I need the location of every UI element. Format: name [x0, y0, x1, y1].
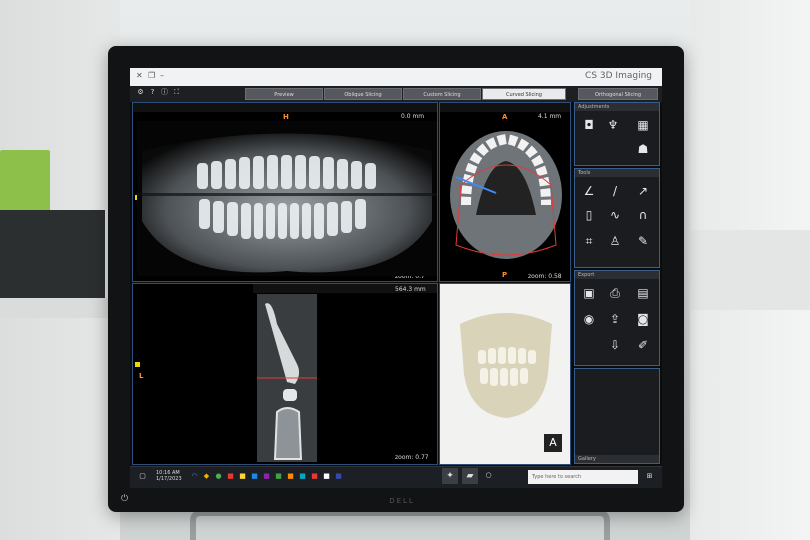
clock-date: 1/17/2023: [156, 476, 182, 482]
zoom-readout: zoom: 0.77: [395, 454, 429, 461]
mouse-icon[interactable]: ◘: [581, 117, 597, 133]
app-purple-icon[interactable]: ■: [262, 472, 271, 481]
export-icon[interactable]: ⇩: [607, 337, 623, 353]
monitor-stand: [190, 510, 610, 540]
tab-custom-slicing[interactable]: Custom Slicing: [403, 88, 481, 100]
app-title: CS 3D Imaging: [585, 71, 652, 81]
file-explorer-icon[interactable]: ▰: [462, 468, 478, 484]
disc-icon[interactable]: ◉: [581, 311, 597, 327]
slice-readout: 4.1 mm: [538, 113, 562, 120]
tab-preview[interactable]: Preview: [245, 88, 323, 100]
crop-icon[interactable]: ⌗: [581, 233, 597, 249]
panel-title: Tools: [575, 169, 659, 177]
tab-orthogonal-slicing[interactable]: Orthogonal Slicing: [578, 88, 658, 100]
app-cyan-icon[interactable]: ■: [298, 472, 307, 481]
orientation-label-anterior: A: [502, 113, 508, 121]
notification-icon[interactable]: ▢: [138, 472, 147, 481]
cross-section-viewport[interactable]: 564.3 mm L zoom: 0.77: [132, 283, 438, 465]
volume-viewport[interactable]: A: [439, 283, 571, 465]
volume-icon[interactable]: ◆: [202, 472, 211, 481]
info-icon[interactable]: ⓘ: [160, 88, 169, 97]
share-icon[interactable]: ⇪: [607, 311, 623, 327]
app-indigo-icon[interactable]: ■: [334, 472, 343, 481]
tooth-marker-icon[interactable]: ♙: [607, 233, 623, 249]
axial-viewport[interactable]: 4.1 mm A P zoom: 0.58: [439, 102, 571, 282]
window-icon[interactable]: ❐: [148, 71, 155, 80]
taskbar-clock: 10:16 AM 1/17/2023: [156, 470, 182, 482]
panoramic-viewport[interactable]: H 0.0 mm zoom: 0.7: [132, 102, 438, 282]
tab-oblique-slicing[interactable]: Oblique Slicing: [324, 88, 402, 100]
monitor-screen: ✕ ❐ – CS 3D Imaging ⚙ ? ⓘ ⛶ Preview Obli…: [130, 68, 662, 488]
cross-section-xray: [257, 294, 317, 462]
orientation-badge[interactable]: A: [544, 434, 562, 452]
slice-readout: 0.0 mm: [401, 113, 425, 120]
orientation-label-posterior: P: [502, 271, 508, 279]
minimize-icon[interactable]: –: [160, 71, 164, 80]
arch-icon[interactable]: ∩: [635, 207, 651, 223]
app-titlebar: ✕ ❐ – CS 3D Imaging: [130, 68, 662, 87]
taskbar-search-input[interactable]: Type here to search: [528, 470, 638, 484]
panoramic-xray: [137, 121, 437, 276]
power-icon[interactable]: ⏻: [121, 494, 131, 504]
orientation-label: H: [283, 113, 289, 121]
app-red2-icon[interactable]: ■: [310, 472, 319, 481]
counter: [0, 298, 110, 318]
monitor-brand: DELL: [389, 497, 415, 505]
app-orange-icon[interactable]: ■: [286, 472, 295, 481]
nerve-icon[interactable]: ∿: [607, 207, 623, 223]
gallery-panel: Gallery: [574, 368, 660, 464]
brightness-icon[interactable]: ▦: [635, 117, 651, 133]
axial-arch-image: [450, 131, 562, 259]
slice-readout: 564.3 mm: [395, 286, 426, 293]
app-red-icon[interactable]: ■: [226, 472, 235, 481]
app-green-icon[interactable]: ■: [274, 472, 283, 481]
adjustments-panel: Adjustments ◘ ♆ ▦ ☗: [574, 102, 660, 166]
cs-imaging-taskbar-icon[interactable]: ✦: [442, 468, 458, 484]
zoom-readout: zoom: 0.58: [528, 273, 562, 280]
panel-title: Export: [575, 271, 659, 279]
dark-shelf: [0, 210, 105, 300]
cortana-icon[interactable]: ○: [484, 471, 493, 480]
viewport-header: [133, 103, 437, 112]
camera-icon[interactable]: ◙: [635, 311, 651, 327]
document-icon[interactable]: ▤: [635, 285, 651, 301]
right-shelf: [690, 230, 810, 310]
fullscreen-icon[interactable]: ⛶: [172, 88, 181, 97]
orientation-label-left: L: [139, 372, 144, 380]
close-icon[interactable]: ✕: [136, 71, 143, 80]
skull-icon[interactable]: ☗: [635, 141, 651, 157]
arrow-icon[interactable]: ↗: [635, 183, 651, 199]
export-panel: Export ▣ ⎙ ▤ ◉ ⇪ ◙ ⇩ ✐: [574, 270, 660, 366]
tools-panel: Tools ∠ / ↗ ▯ ∿ ∩ ⌗ ♙ ✎: [574, 168, 660, 268]
print-icon[interactable]: ⎙: [607, 285, 623, 301]
implant-icon[interactable]: ▯: [581, 207, 597, 223]
tooth-icon[interactable]: ♆: [605, 117, 621, 133]
panel-title: Adjustments: [575, 103, 659, 111]
viewport-header: [440, 103, 570, 112]
slice-marker[interactable]: [135, 362, 140, 367]
ruler-icon[interactable]: /: [607, 183, 623, 199]
tab-curved-slicing[interactable]: Curved Slicing: [482, 88, 566, 100]
save-icon[interactable]: ▣: [581, 285, 597, 301]
angle-icon[interactable]: ∠: [581, 183, 597, 199]
annotation-icon[interactable]: ✎: [635, 233, 651, 249]
settings-icon[interactable]: ⚙: [136, 88, 145, 97]
start-icon[interactable]: ⊞: [645, 472, 654, 481]
app-blue-icon[interactable]: ■: [250, 472, 259, 481]
battery-icon[interactable]: ●: [214, 472, 223, 481]
app-white-icon[interactable]: ■: [322, 472, 331, 481]
pencil-icon[interactable]: ✐: [635, 337, 651, 353]
panel-title: Gallery: [575, 455, 659, 463]
network-icon[interactable]: ◠: [190, 472, 199, 481]
help-icon[interactable]: ?: [148, 88, 157, 97]
app-yellow-icon[interactable]: ■: [238, 472, 247, 481]
skull-3d-render: [452, 304, 560, 424]
